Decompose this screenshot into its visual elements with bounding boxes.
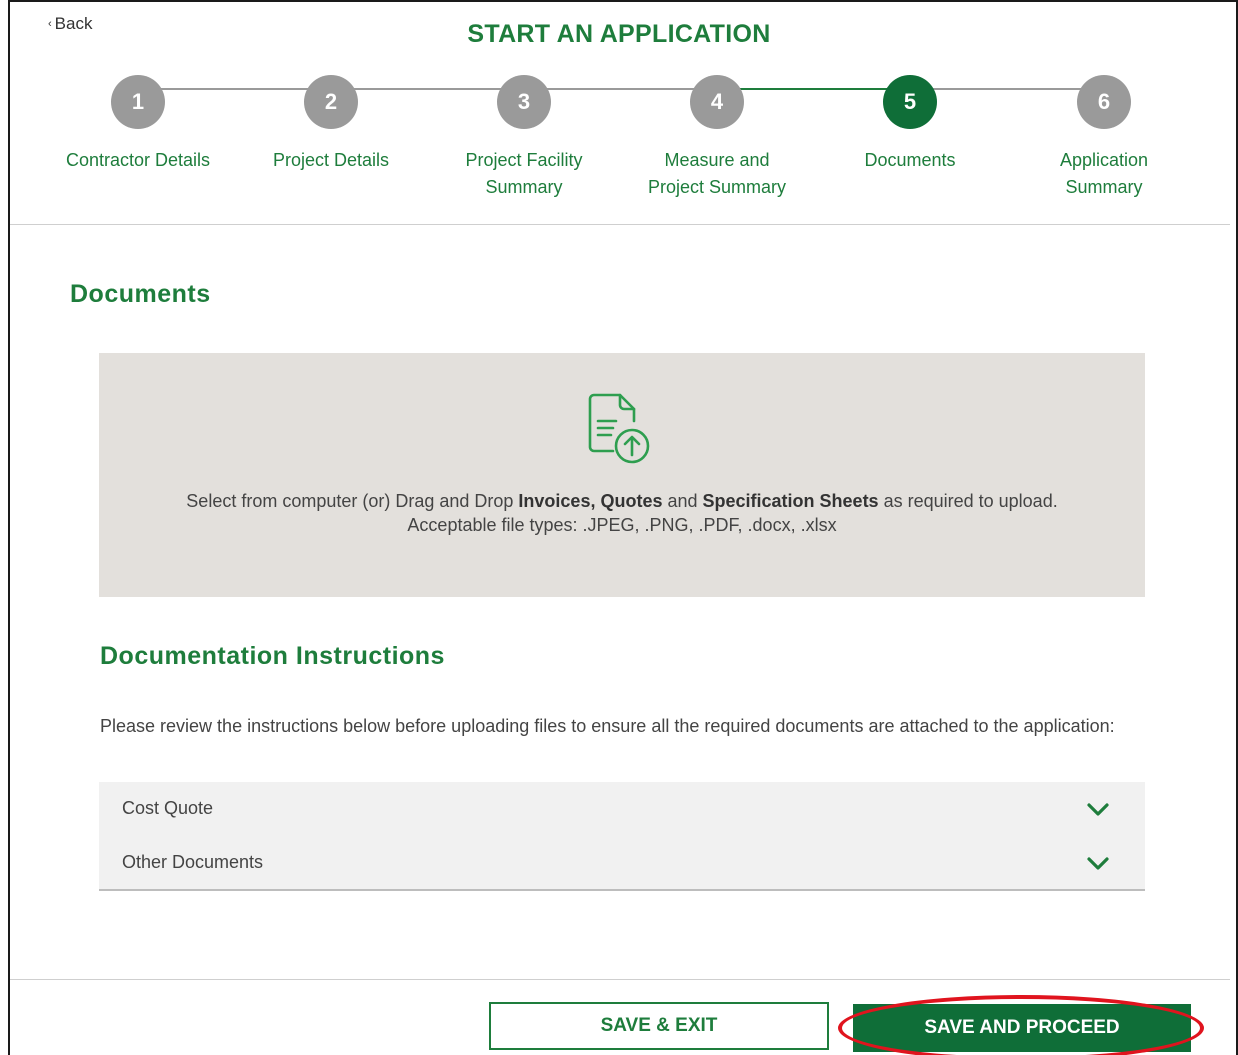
dropzone-instruction: Select from computer (or) Drag and Drop … [186,491,1058,511]
page-title: START AN APPLICATION [467,20,771,48]
step-2-circle[interactable]: 2 [304,75,358,129]
step-2-label[interactable]: Project Details [236,147,426,174]
instructions-heading: Documentation Instructions [100,642,445,670]
step-4-label[interactable]: Measure and Project Summary [622,147,812,201]
save-exit-button[interactable]: SAVE & EXIT [489,1002,829,1050]
step-4-circle[interactable]: 4 [690,75,744,129]
step-5-circle[interactable]: 5 [883,75,937,129]
step-3-label[interactable]: Project Facility Summary [429,147,619,201]
step-6-label[interactable]: Application Summary [1009,147,1199,201]
step-5-label[interactable]: Documents [815,147,1005,174]
accordion-item-other-documents[interactable]: Other Documents [99,836,1145,890]
instructions-text: Please review the instructions below bef… [100,716,1115,736]
chevron-down-icon[interactable] [1085,796,1111,822]
step-3-circle[interactable]: 3 [497,75,551,129]
step-1-circle[interactable]: 1 [111,75,165,129]
document-upload-icon [588,393,650,464]
file-dropzone[interactable]: Select from computer (or) Drag and Drop … [99,353,1145,597]
documents-heading: Documents [70,280,211,308]
dropzone-file-types: Acceptable file types: .JPEG, .PNG, .PDF… [407,515,837,535]
step-connector-completed [138,88,718,90]
step-connector-current [718,88,911,90]
save-proceed-button[interactable]: SAVE AND PROCEED [853,1004,1191,1052]
step-6-circle[interactable]: 6 [1077,75,1131,129]
step-1-label[interactable]: Contractor Details [43,147,233,174]
accordion-item-cost-quote[interactable]: Cost Quote [99,782,1145,836]
chevron-down-icon[interactable] [1085,850,1111,876]
accordion-item-label: Cost Quote [122,798,214,818]
step-connector-upcoming [911,88,1104,90]
instructions-accordion: Cost Quote Other Documents [99,782,1145,891]
accordion-item-label: Other Documents [122,852,264,872]
